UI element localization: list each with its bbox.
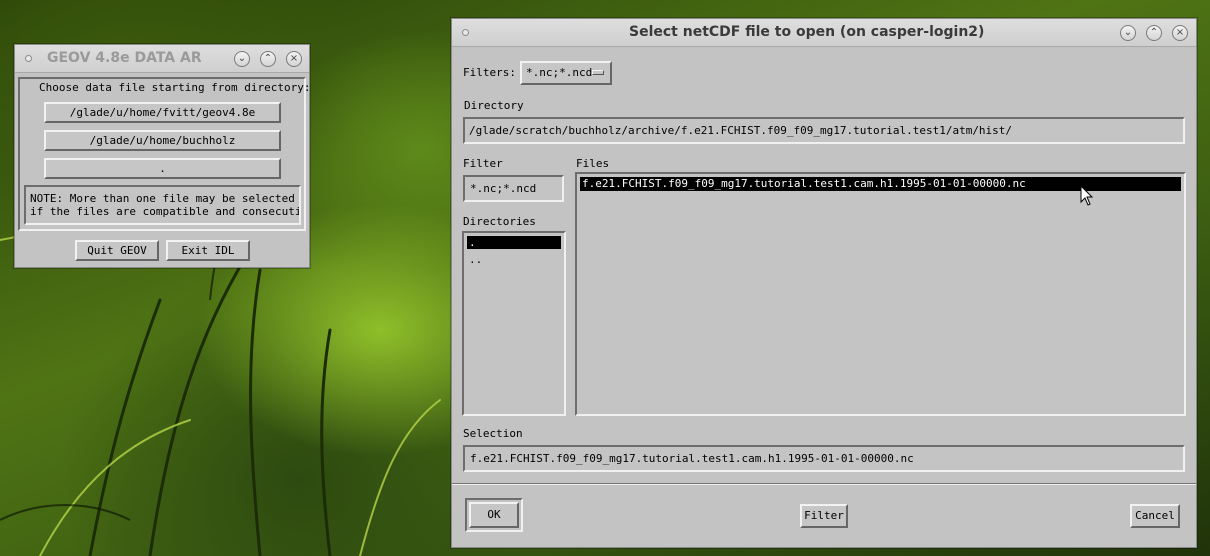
- ok-button[interactable]: OK: [469, 502, 519, 528]
- directory-item-parent[interactable]: ..: [467, 253, 561, 266]
- mouse-pointer-icon: [1080, 185, 1094, 206]
- directories-label: Directories: [463, 215, 536, 228]
- select-file-dialog: Select netCDF file to open (on casper-lo…: [451, 18, 1197, 548]
- dir-button-buchholz[interactable]: /glade/u/home/buchholz: [44, 130, 281, 151]
- choose-directory-prompt: Choose data file starting from directory…: [39, 81, 311, 94]
- maximize-icon[interactable]: ⌃: [1146, 25, 1162, 41]
- cancel-button[interactable]: Cancel: [1130, 504, 1180, 528]
- directory-item-current[interactable]: .: [467, 236, 561, 249]
- geov-window: GEOV 4.8e DATA AR ⌄ ⌃ × Choose data file…: [14, 44, 311, 268]
- dialog-title: Select netCDF file to open (on casper-lo…: [629, 24, 985, 40]
- note-line-2: if the files are compatible and consecut…: [30, 205, 301, 218]
- close-icon[interactable]: ×: [1172, 25, 1188, 41]
- filters-label: Filters:: [463, 66, 516, 79]
- menu-dot-icon[interactable]: [25, 55, 32, 62]
- filter-label: Filter: [463, 157, 503, 170]
- filters-dropdown[interactable]: *.nc;*.ncd: [520, 61, 612, 85]
- geov-window-title: GEOV 4.8e DATA AR: [47, 50, 202, 66]
- filters-dropdown-value: *.nc;*.ncd: [526, 66, 593, 79]
- dialog-titlebar[interactable]: Select netCDF file to open (on casper-lo…: [452, 19, 1196, 47]
- quit-geov-button[interactable]: Quit GEOV: [75, 240, 159, 261]
- exit-idl-button[interactable]: Exit IDL: [166, 240, 250, 261]
- note-line-1: NOTE: More than one file may be selected: [30, 192, 295, 205]
- dir-button-fvitt[interactable]: /glade/u/home/fvitt/geov4.8e: [44, 102, 281, 123]
- directories-list[interactable]: . ..: [462, 231, 566, 416]
- selection-input[interactable]: f.e21.FCHIST.f09_f09_mg17.tutorial.test1…: [463, 445, 1185, 472]
- filter-input[interactable]: *.nc;*.ncd: [463, 175, 564, 202]
- filter-button[interactable]: Filter: [800, 504, 848, 528]
- files-label: Files: [576, 157, 610, 170]
- files-list[interactable]: f.e21.FCHIST.f09_f09_mg17.tutorial.test1…: [575, 172, 1186, 416]
- note-text-box: NOTE: More than one file may be selected…: [24, 185, 301, 225]
- geov-titlebar[interactable]: GEOV 4.8e DATA AR ⌄ ⌃ ×: [15, 45, 309, 73]
- dropdown-indicator-icon: [592, 70, 604, 75]
- directory-input[interactable]: /glade/scratch/buchholz/archive/f.e21.FC…: [463, 117, 1185, 144]
- close-icon[interactable]: ×: [286, 51, 302, 67]
- directory-label: Directory: [464, 99, 524, 112]
- menu-dot-icon[interactable]: [462, 29, 469, 36]
- selection-label: Selection: [463, 427, 523, 440]
- dir-button-current[interactable]: .: [44, 158, 281, 179]
- maximize-icon[interactable]: ⌃: [260, 51, 276, 67]
- minimize-icon[interactable]: ⌄: [234, 51, 250, 67]
- button-separator: [452, 483, 1196, 485]
- minimize-icon[interactable]: ⌄: [1120, 25, 1136, 41]
